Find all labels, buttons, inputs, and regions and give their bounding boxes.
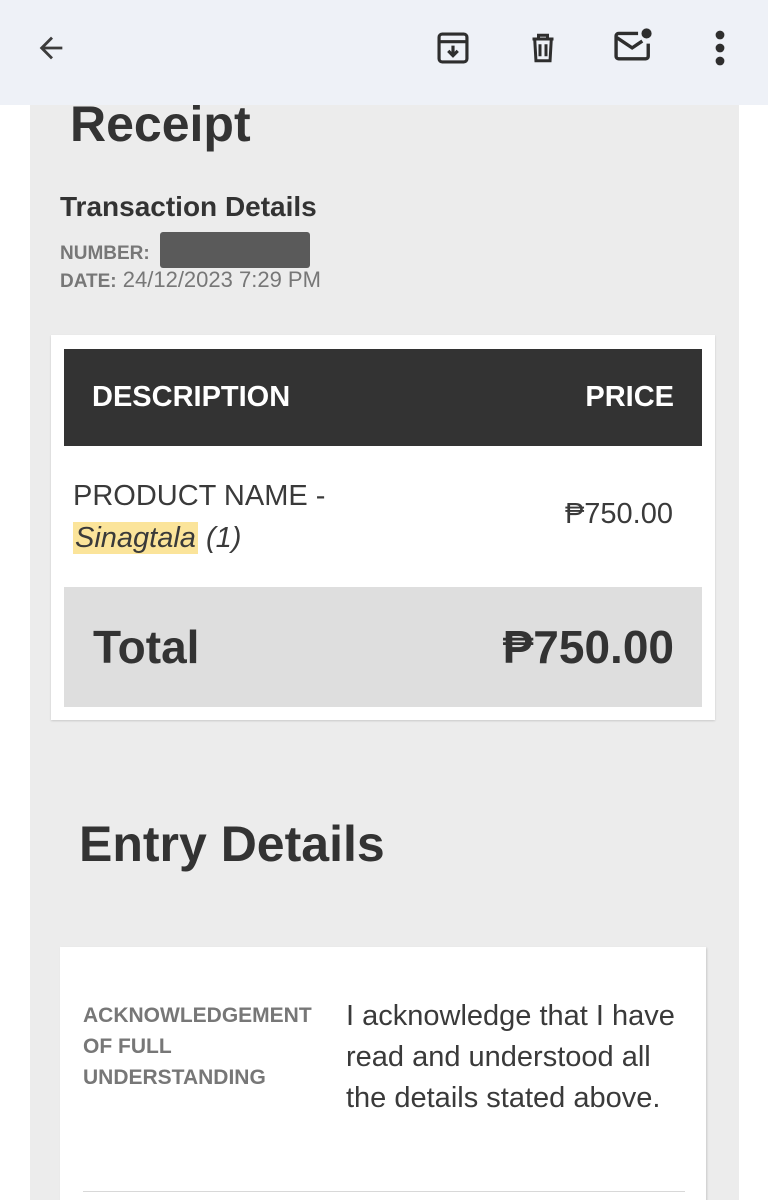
transaction-date-row: DATE: 24/12/2023 7:29 PM xyxy=(60,267,321,293)
archive-icon[interactable] xyxy=(430,25,476,71)
receipt-table: DESCRIPTION PRICE PRODUCT NAME - Sinagta… xyxy=(51,335,715,720)
entry-divider xyxy=(83,1191,685,1192)
item-price: ₱750.00 xyxy=(564,498,673,530)
transaction-number-row: NUMBER: xyxy=(60,232,310,268)
total-label: Total xyxy=(93,621,200,673)
transaction-details-heading: Transaction Details xyxy=(60,191,317,222)
receipt-title: Receipt xyxy=(70,105,251,152)
date-value: 24/12/2023 7:29 PM xyxy=(122,267,321,292)
date-label: DATE: xyxy=(60,271,117,292)
header-price: PRICE xyxy=(585,381,674,413)
total-value: ₱750.00 xyxy=(502,621,674,673)
entry-details-heading: Entry Details xyxy=(79,816,385,872)
total-row: Total ₱750.00 xyxy=(64,587,702,707)
more-vert-icon[interactable] xyxy=(700,25,740,71)
app-toolbar xyxy=(0,0,768,105)
entry-details-card: ACKNOWLEDGEMENT OF FULL UNDERSTANDING I … xyxy=(60,947,706,1200)
item-name: Sinagtala xyxy=(73,522,198,554)
number-label: NUMBER: xyxy=(60,242,150,264)
arrow-left-icon[interactable] xyxy=(28,25,74,71)
trash-icon[interactable] xyxy=(520,25,566,71)
email-body: Receipt Transaction Details NUMBER: DATE… xyxy=(30,105,739,1200)
item-prefix: PRODUCT NAME - xyxy=(73,480,326,512)
table-header: DESCRIPTION PRICE xyxy=(64,349,702,446)
acknowledgement-label: ACKNOWLEDGEMENT OF FULL UNDERSTANDING xyxy=(83,1004,312,1089)
item-description: PRODUCT NAME - Sinagtala (1) xyxy=(73,475,403,559)
acknowledgement-value: I acknowledge that I have read and under… xyxy=(346,1000,675,1114)
item-quantity: (1) xyxy=(206,522,242,554)
mail-unread-icon[interactable] xyxy=(608,22,658,72)
header-description: DESCRIPTION xyxy=(92,381,291,413)
redacted-number xyxy=(159,232,310,268)
